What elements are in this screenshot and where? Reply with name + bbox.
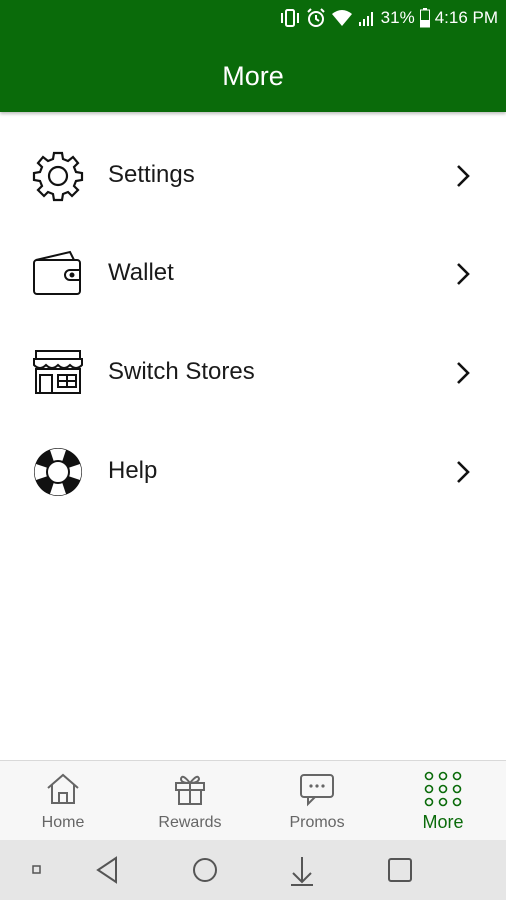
app-header: 31% 4:16 PM More <box>0 0 506 112</box>
page-title: More <box>222 61 284 91</box>
house-icon <box>0 771 126 811</box>
chevron-right-icon <box>452 162 474 190</box>
menu-item-wallet[interactable]: Wallet <box>0 228 506 318</box>
grid-dots-icon <box>380 771 506 811</box>
menu-item-label: Help <box>108 457 158 484</box>
chevron-right-icon <box>452 458 474 486</box>
menu-item-help[interactable]: Help <box>0 426 506 516</box>
battery-percent: 31% <box>380 8 415 27</box>
battery-icon <box>419 8 430 28</box>
vibrate-icon <box>279 8 301 28</box>
nav-label: Home <box>41 814 85 831</box>
menu-item-settings[interactable]: Settings <box>0 130 506 220</box>
notification-pulldown-icon[interactable] <box>282 852 322 888</box>
chevron-right-icon <box>452 260 474 288</box>
nav-tab-promos[interactable]: Promos <box>254 761 380 841</box>
nav-tab-rewards[interactable]: Rewards <box>127 761 253 841</box>
clock: 4:16 PM <box>434 8 498 27</box>
status-bar: 31% 4:16 PM <box>0 0 506 36</box>
nav-tab-more[interactable]: More <box>380 761 506 841</box>
square-dot-icon[interactable] <box>17 852 57 888</box>
storefront-icon <box>30 347 86 399</box>
nav-label: Rewards <box>158 814 222 831</box>
menu-item-switch-stores[interactable]: Switch Stores <box>0 327 506 417</box>
home-circle-icon[interactable] <box>185 852 225 888</box>
nav-label: More <box>422 812 464 832</box>
system-navigation-bar <box>0 840 506 900</box>
chevron-right-icon <box>452 359 474 387</box>
menu-item-label: Switch Stores <box>108 358 255 385</box>
menu-item-label: Wallet <box>108 259 174 286</box>
menu-item-label: Settings <box>108 161 195 188</box>
lifebuoy-icon <box>30 446 86 498</box>
gift-icon <box>127 771 253 811</box>
back-triangle-icon[interactable] <box>88 852 128 888</box>
alarm-icon <box>306 8 326 28</box>
status-icons: 31% 4:16 PM <box>279 7 498 29</box>
signal-icon <box>358 9 376 27</box>
nav-tab-home[interactable]: Home <box>0 761 126 841</box>
wallet-icon <box>30 248 86 300</box>
recents-square-icon[interactable] <box>380 852 420 888</box>
wifi-icon <box>331 9 353 27</box>
bottom-navigation: Home Rewards Promos More <box>0 760 506 841</box>
chat-bubble-icon <box>254 771 380 811</box>
gear-icon <box>30 150 86 202</box>
nav-label: Promos <box>289 814 345 831</box>
